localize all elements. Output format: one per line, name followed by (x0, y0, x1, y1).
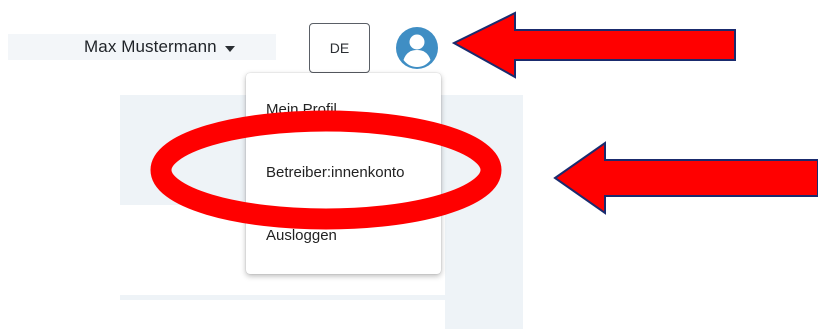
caret-down-icon (224, 45, 235, 52)
arrow-left-icon (553, 141, 818, 215)
content-panel-side (445, 95, 523, 329)
menu-item-logout[interactable]: Ausloggen (266, 227, 337, 244)
user-menu-button[interactable]: Max Mustermann (84, 35, 235, 59)
menu-item-my-profile[interactable]: Mein Profil (266, 101, 337, 118)
user-avatar-icon (396, 27, 438, 69)
content-divider (120, 295, 445, 300)
menu-item-operator-account[interactable]: Betreiber:innenkonto (266, 164, 404, 181)
avatar-button[interactable] (395, 26, 439, 70)
arrow-left-icon (451, 11, 736, 79)
screenshot-stage: Max Mustermann DE Mein Profil Betreiber:… (0, 0, 818, 329)
user-name-label: Max Mustermann (84, 37, 217, 56)
language-button[interactable]: DE (309, 23, 370, 73)
language-label: DE (329, 40, 350, 56)
user-dropdown-menu: Mein Profil Betreiber:innenkonto Auslogg… (246, 73, 441, 274)
